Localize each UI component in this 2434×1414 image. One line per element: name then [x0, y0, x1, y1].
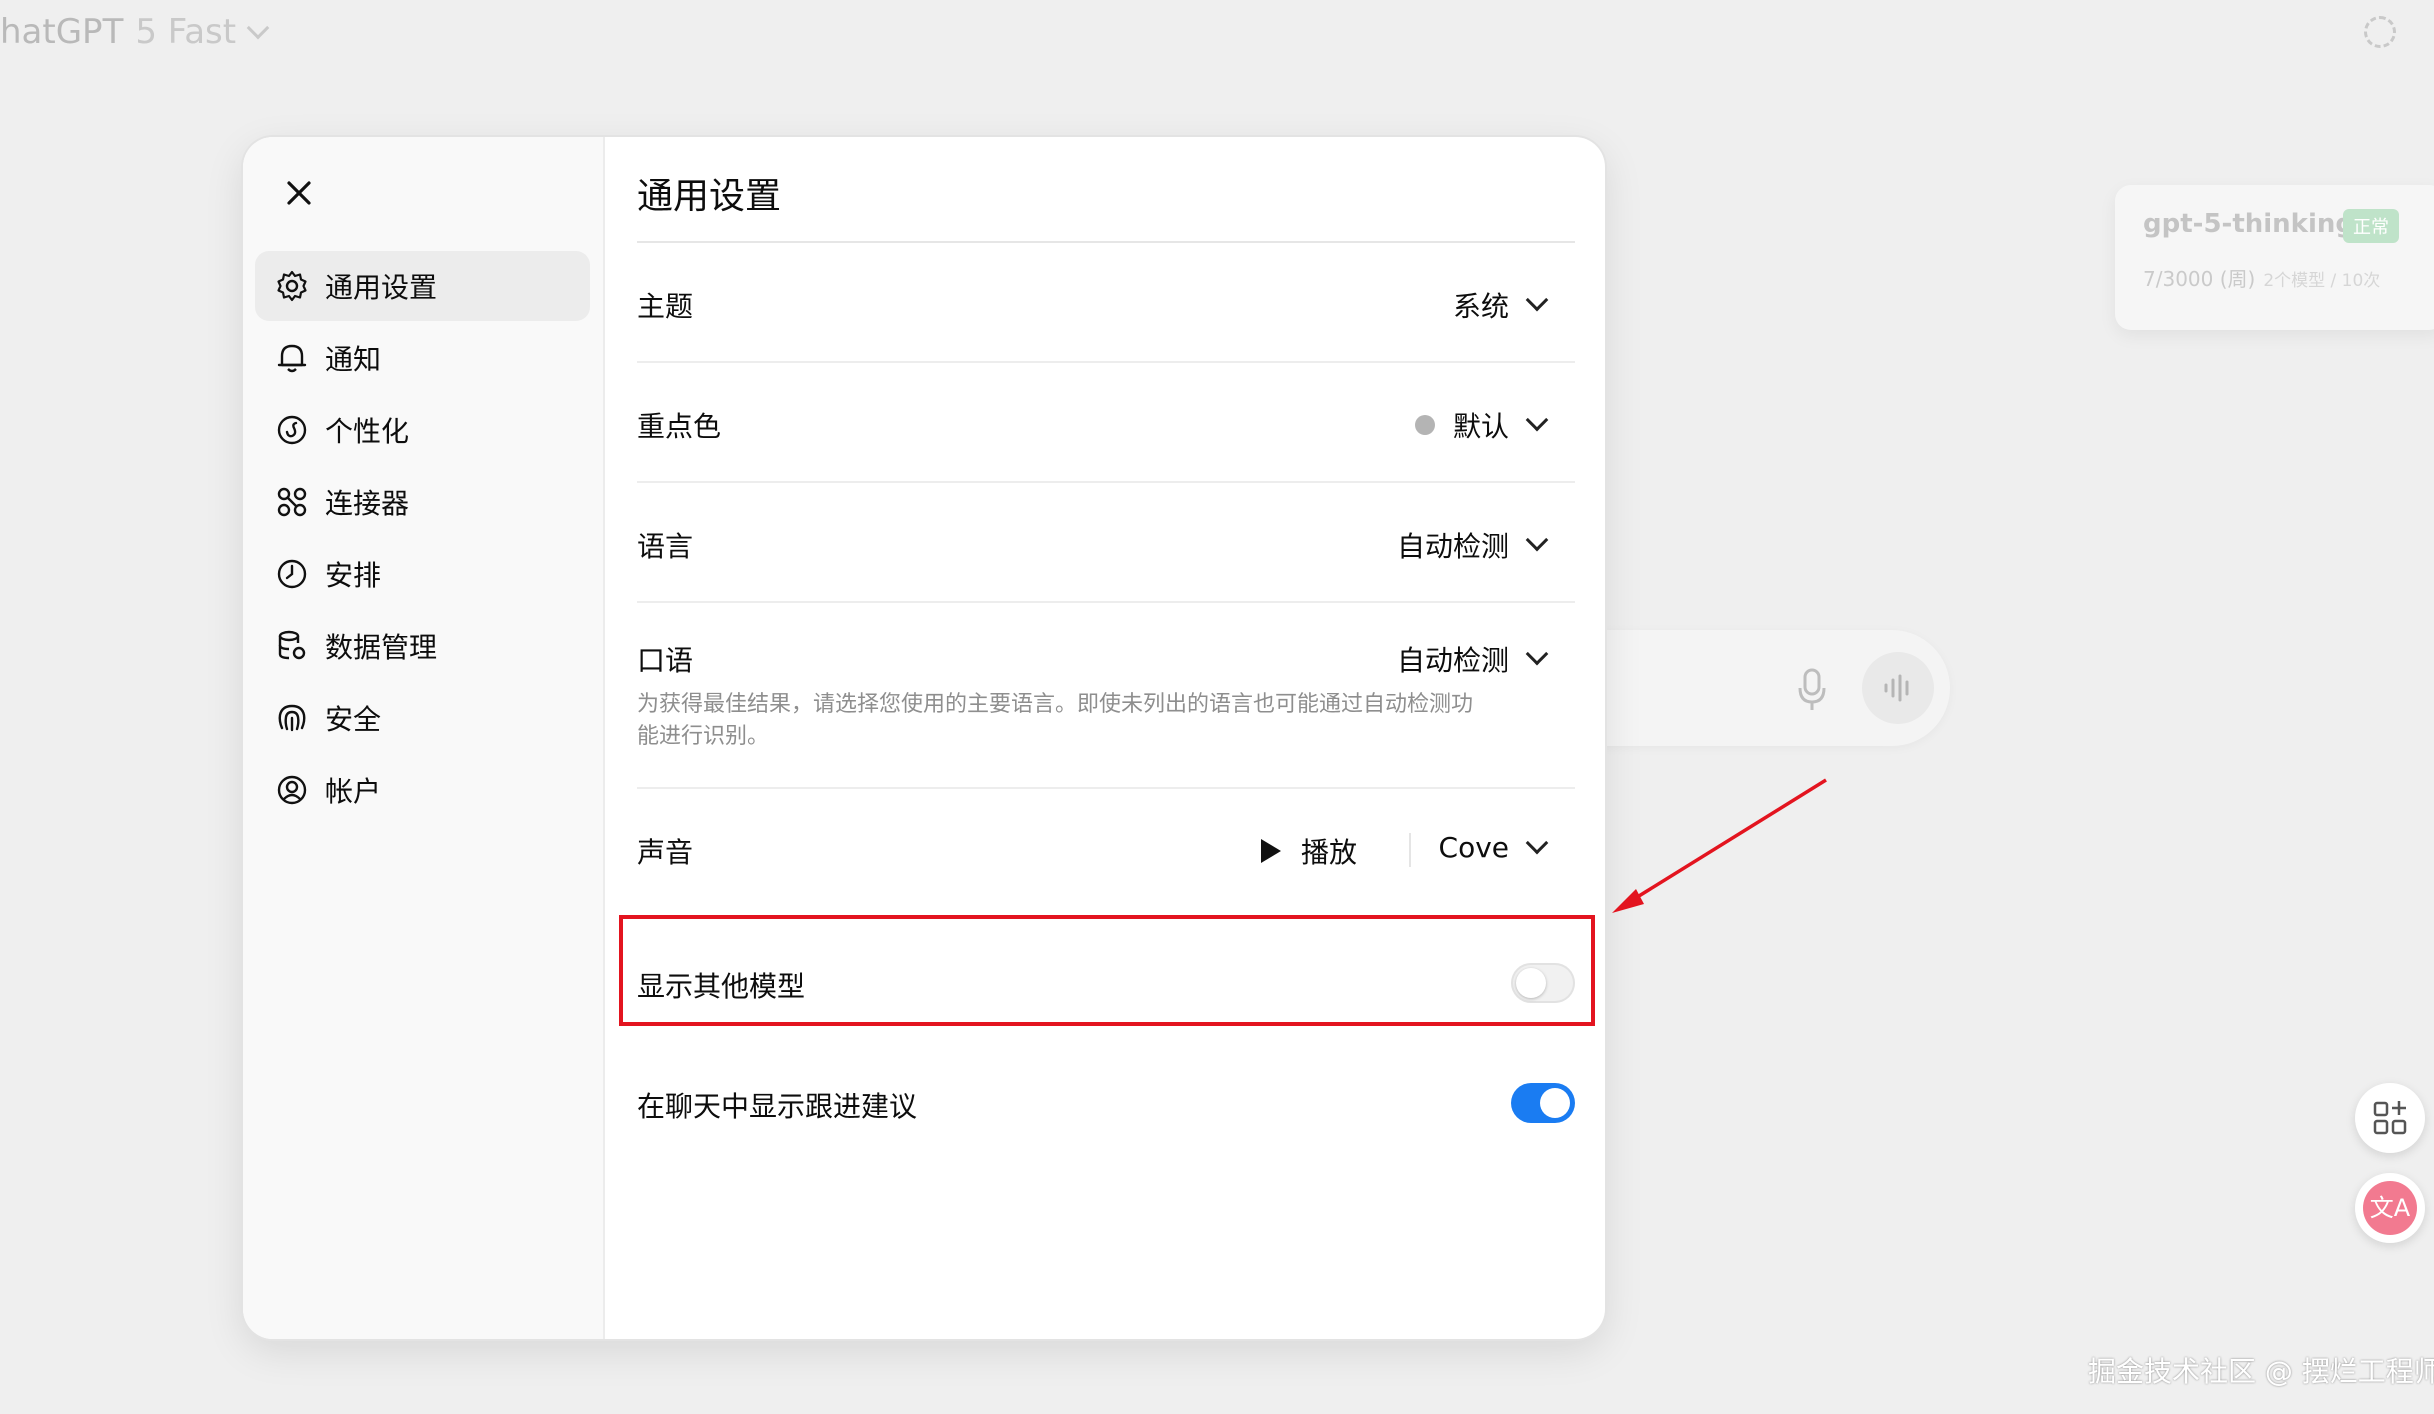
voice-dropdown[interactable]: Cove — [1438, 831, 1549, 864]
loading-icon[interactable] — [2364, 16, 2396, 48]
chevron-down-icon — [1525, 408, 1549, 432]
highlight-box — [619, 915, 1595, 1026]
annotation-arrow — [1612, 778, 1827, 913]
dropdown-value: 系统 — [1452, 290, 1509, 323]
clock-icon — [277, 559, 307, 589]
page-title: 通用设置 — [637, 176, 782, 217]
fingerprint-icon — [278, 704, 306, 732]
status-badge: 正常 — [2343, 209, 2399, 243]
settings-sidebar: 通用设置 通知 个性化 连接器 安排 数据管理 安全 帐户 — [243, 137, 605, 1339]
status-quota: 7/3000 (周) 2个模型 / 10次 — [2143, 267, 2381, 291]
setting-row-spoken-language: 口语 自动检测 为获得最佳结果，请选择您使用的主要语言。即使未列出的语言也可能通… — [637, 603, 1575, 789]
sidebar-item-label: 连接器 — [325, 487, 410, 520]
gear-icon — [277, 270, 307, 302]
user-circle-icon — [277, 775, 307, 805]
sidebar-item-general[interactable]: 通用设置 — [255, 251, 590, 321]
sidebar-item-label: 安排 — [325, 559, 382, 592]
setting-label: 重点色 — [637, 410, 722, 443]
bell-icon — [277, 344, 307, 373]
translate-button[interactable]: 文A — [2355, 1173, 2425, 1243]
watermark: 掘金技术社区 @ 摆烂工程师 — [2088, 1355, 2434, 1388]
apps-button[interactable] — [2355, 1083, 2425, 1153]
accent-color-dot — [1414, 415, 1435, 435]
setting-label: 声音 — [637, 836, 694, 869]
setting-row-theme: 主题 系统 — [637, 243, 1575, 363]
sidebar-item-notifications[interactable]: 通知 — [255, 323, 590, 393]
setting-label: 口语 — [637, 644, 694, 677]
sidebar-item-account[interactable]: 帐户 — [255, 755, 590, 825]
personalization-icon — [277, 415, 307, 445]
setting-row-follow-up-suggestions: 在聊天中显示跟进建议 — [637, 1049, 1575, 1159]
setting-row-accent-color: 重点色 默认 — [637, 363, 1575, 483]
model-name: 5 Fast — [135, 12, 237, 52]
play-voice-button[interactable]: 播放 — [1261, 831, 1357, 871]
sidebar-item-label: 帐户 — [325, 775, 382, 808]
spoken-language-hint: 为获得最佳结果，请选择您使用的主要语言。即使未列出的语言也可能通过自动检测功能进… — [637, 692, 1474, 749]
language-dropdown[interactable]: 自动检测 — [1396, 525, 1549, 565]
sidebar-item-schedules[interactable]: 安排 — [255, 539, 590, 609]
dropdown-value: 默认 — [1452, 410, 1509, 443]
settings-dialog: 通用设置 通知 个性化 连接器 安排 数据管理 安全 帐户 通用设置 主题 系统… — [243, 137, 1605, 1339]
database-icon — [278, 630, 306, 660]
dropdown-value: 自动检测 — [1396, 530, 1509, 563]
play-icon — [1261, 839, 1281, 863]
settings-nav: 通用设置 通知 个性化 连接器 安排 数据管理 安全 帐户 — [255, 251, 590, 827]
microphone-icon[interactable] — [1797, 668, 1827, 712]
sidebar-item-label: 数据管理 — [325, 631, 438, 664]
setting-label: 在聊天中显示跟进建议 — [637, 1090, 918, 1123]
chevron-down-icon — [1525, 288, 1549, 312]
setting-label: 主题 — [637, 290, 694, 323]
translate-icon: 文A — [2363, 1181, 2417, 1235]
sidebar-item-security[interactable]: 安全 — [255, 683, 590, 753]
sidebar-item-label: 安全 — [325, 703, 382, 736]
toggle-knob — [1540, 1088, 1570, 1118]
sidebar-item-label: 通用设置 — [325, 271, 438, 304]
voice-mode-button[interactable] — [1862, 652, 1934, 724]
theme-dropdown[interactable]: 系统 — [1452, 285, 1549, 325]
setting-row-voice: 声音 播放 Cove — [637, 789, 1575, 911]
dropdown-value: Cove — [1438, 831, 1509, 864]
vertical-divider — [1409, 833, 1411, 867]
chevron-down-icon — [1525, 528, 1549, 552]
app-title[interactable]: hatGPT 5 Fast — [0, 12, 270, 52]
follow-up-suggestions-toggle[interactable] — [1511, 1083, 1575, 1123]
sidebar-item-label: 个性化 — [325, 415, 410, 448]
sidebar-item-connectors[interactable]: 连接器 — [255, 467, 590, 537]
setting-label: 语言 — [637, 530, 694, 563]
sidebar-item-personalization[interactable]: 个性化 — [255, 395, 590, 465]
play-label: 播放 — [1301, 836, 1358, 869]
waveform-icon — [1884, 674, 1909, 702]
dropdown-value: 自动检测 — [1396, 644, 1509, 677]
settings-content: 通用设置 主题 系统 重点色 默认 语言 自动检测 口语 自动检测 为获得最佳结… — [637, 137, 1575, 1339]
spoken-language-dropdown[interactable]: 自动检测 — [1396, 639, 1549, 679]
chevron-down-icon — [246, 16, 270, 40]
chevron-down-icon — [1525, 642, 1549, 666]
grid-add-icon — [2373, 1101, 2407, 1135]
setting-row-language: 语言 自动检测 — [637, 483, 1575, 603]
connectors-icon — [277, 487, 307, 517]
sidebar-item-data-controls[interactable]: 数据管理 — [255, 611, 590, 681]
chevron-down-icon — [1525, 831, 1549, 854]
close-icon[interactable] — [277, 171, 321, 215]
sidebar-item-label: 通知 — [325, 343, 382, 376]
accent-color-dropdown[interactable]: 默认 — [1414, 405, 1549, 445]
model-status-card: gpt-5-thinking 正常 7/3000 (周) 2个模型 / 10次 — [2115, 185, 2434, 330]
status-model-name: gpt-5-thinking — [2143, 209, 2355, 239]
